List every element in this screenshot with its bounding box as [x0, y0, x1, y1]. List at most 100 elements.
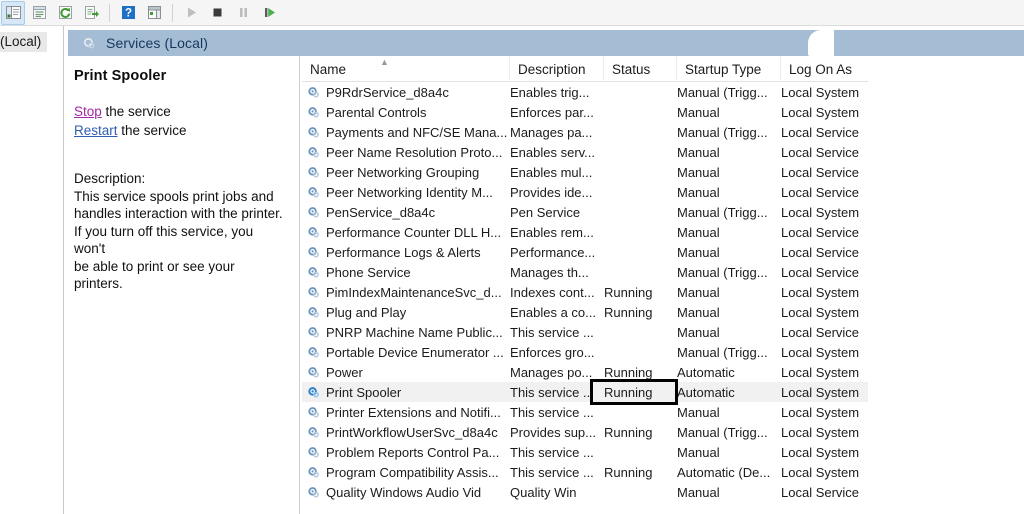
stop-service-suffix: the service — [101, 104, 171, 119]
properties-icon[interactable] — [27, 1, 51, 25]
table-row[interactable]: Phone Service Manages th... Manual (Trigg.… — [302, 262, 868, 282]
table-row[interactable]: Portable Device Enumerator ... Enforces g… — [302, 342, 868, 362]
stop-service-icon[interactable] — [205, 1, 229, 25]
service-name-label: Peer Networking Identity M... — [326, 184, 493, 200]
tree-node-local[interactable]: (Local) — [0, 32, 48, 52]
cell-description: Enables mul... — [510, 164, 593, 180]
cell-status: Running — [604, 284, 653, 300]
service-gear-icon — [307, 326, 320, 339]
table-row[interactable]: Peer Networking Grouping Enables mul... Ma… — [302, 162, 868, 182]
table-row[interactable]: Print Spooler This service ... Running Auto… — [302, 382, 868, 402]
cell-startup-type: Manual — [677, 284, 720, 300]
table-row[interactable]: Plug and Play Enables a co... Running Manua… — [302, 302, 868, 322]
list-header-row: Name ▲ Description Status Startup Type Log On… — [302, 56, 868, 82]
table-row[interactable]: Program Compatibility Assis... This servi… — [302, 462, 868, 482]
column-header-startup-type[interactable]: Startup Type — [677, 56, 781, 82]
cell-description: This service ... — [510, 404, 594, 420]
table-row[interactable]: PrintWorkflowUserSvc_d8a4c Provides sup..… — [302, 422, 868, 442]
column-header-label: Name — [310, 61, 347, 77]
tab-notch — [808, 30, 834, 56]
table-row[interactable]: PNRP Machine Name Public... This service … — [302, 322, 868, 342]
service-name-label: PNRP Machine Name Public... — [326, 324, 503, 340]
restart-service-link[interactable]: Restart — [74, 123, 118, 138]
table-row[interactable]: Peer Name Resolution Proto... Enables ser… — [302, 142, 868, 162]
cell-log-on-as: Local System — [781, 384, 860, 400]
pause-service-icon[interactable] — [231, 1, 255, 25]
cell-status — [604, 262, 677, 282]
show-hide-action-pane-icon[interactable] — [142, 1, 166, 25]
column-header-log-on-as[interactable]: Log On As — [781, 56, 868, 82]
cell-startup-type: Manual — [677, 304, 720, 320]
service-name-label: Printer Extensions and Notifi... — [326, 404, 501, 420]
service-name-label: PrintWorkflowUserSvc_d8a4c — [326, 424, 498, 440]
service-name-label: Phone Service — [326, 264, 411, 280]
service-name-label: Performance Counter DLL H... — [326, 224, 502, 240]
table-row[interactable]: PimIndexMaintenanceSvc_d... Indexes cont.… — [302, 282, 868, 302]
cell-startup-type: Manual — [677, 324, 720, 340]
cell-log-on-as: Local Service — [781, 184, 860, 200]
table-row[interactable]: Peer Networking Identity M... Provides id… — [302, 182, 868, 202]
cell-log-on-as: Local Service — [781, 244, 860, 260]
cell-description: Pen Service — [510, 204, 581, 220]
cell-startup-type: Manual — [677, 244, 720, 260]
description-label: Description: — [74, 171, 146, 186]
tab-services-local[interactable]: Services (Local) — [68, 30, 808, 56]
export-list-icon[interactable] — [79, 1, 103, 25]
cell-startup-type: Manual — [677, 184, 720, 200]
cell-status: Running — [604, 464, 653, 480]
toolbar-separator — [109, 3, 110, 22]
list-body: P9RdrService_d8a4c Enables trig... Manual … — [302, 82, 868, 502]
cell-status — [604, 202, 677, 222]
column-header-status[interactable]: Status — [604, 56, 677, 82]
description-line: If you turn off this service, you won't — [74, 223, 254, 257]
start-service-icon[interactable] — [179, 1, 203, 25]
cell-description: Performance... — [510, 244, 596, 260]
column-header-description[interactable]: Description — [510, 56, 604, 82]
cell-startup-type: Automatic — [677, 364, 735, 380]
cell-startup-type: Manual — [677, 444, 720, 460]
table-row[interactable]: Performance Logs & Alerts Performance... M… — [302, 242, 868, 262]
show-hide-console-tree-icon[interactable] — [1, 0, 25, 25]
cell-description: Enforces gro... — [510, 344, 595, 360]
restart-service-icon[interactable] — [257, 1, 281, 25]
service-gear-icon — [307, 406, 320, 419]
service-name-label: Quality Windows Audio Vid — [326, 484, 482, 500]
cell-name: Performance Counter DLL H... — [302, 222, 510, 242]
table-row[interactable]: Performance Counter DLL H... Enables rem.… — [302, 222, 868, 242]
table-row[interactable]: Printer Extensions and Notifi... This ser… — [302, 402, 868, 422]
table-row[interactable]: Power Manages po... Running Automatic Local … — [302, 362, 868, 382]
service-name-label: Peer Networking Grouping — [326, 164, 480, 180]
cell-status — [604, 322, 677, 342]
cell-name: PNRP Machine Name Public... — [302, 322, 510, 342]
cell-log-on-as: Local System — [781, 104, 860, 120]
table-row[interactable]: Parental Controls Enforces par... Manual Lo… — [302, 102, 868, 122]
cell-name: PimIndexMaintenanceSvc_d... — [302, 282, 510, 302]
stop-service-link[interactable]: Stop — [74, 104, 102, 119]
column-header-label: Startup Type — [685, 61, 762, 77]
table-row[interactable]: Problem Reports Control Pa... This servic… — [302, 442, 868, 462]
cell-description: Provides sup... — [510, 424, 596, 440]
service-gear-icon — [307, 206, 320, 219]
cell-log-on-as: Local Service — [781, 144, 860, 160]
refresh-icon[interactable] — [53, 1, 77, 25]
service-action-links: Stop the service Restart the service — [74, 102, 287, 140]
table-row[interactable]: Payments and NFC/SE Mana... Manages pa...… — [302, 122, 868, 142]
cell-log-on-as: Local Service — [781, 324, 860, 340]
titlebar-filler — [808, 30, 1024, 56]
table-row[interactable]: Quality Windows Audio Vid Quality Win Manu… — [302, 482, 868, 502]
service-name-label: Performance Logs & Alerts — [326, 244, 481, 260]
cell-startup-type: Manual — [677, 144, 720, 160]
description-line: be able to print or see your printers. — [74, 258, 235, 292]
column-header-name[interactable]: Name ▲ — [302, 56, 510, 82]
table-row[interactable]: P9RdrService_d8a4c Enables trig... Manual … — [302, 82, 868, 102]
cell-startup-type: Manual (Trigg... — [677, 84, 768, 100]
help-icon[interactable]: ? — [116, 1, 140, 25]
cell-description: Manages po... — [510, 364, 593, 380]
cell-description: This service ... — [510, 444, 594, 460]
cell-status — [604, 142, 677, 162]
cell-status: Running — [604, 364, 653, 380]
cell-log-on-as: Local System — [781, 84, 860, 100]
service-name-label: Problem Reports Control Pa... — [326, 444, 500, 460]
service-gear-icon — [307, 186, 320, 199]
table-row[interactable]: PenService_d8a4c Pen Service Manual (Trigg… — [302, 202, 868, 222]
